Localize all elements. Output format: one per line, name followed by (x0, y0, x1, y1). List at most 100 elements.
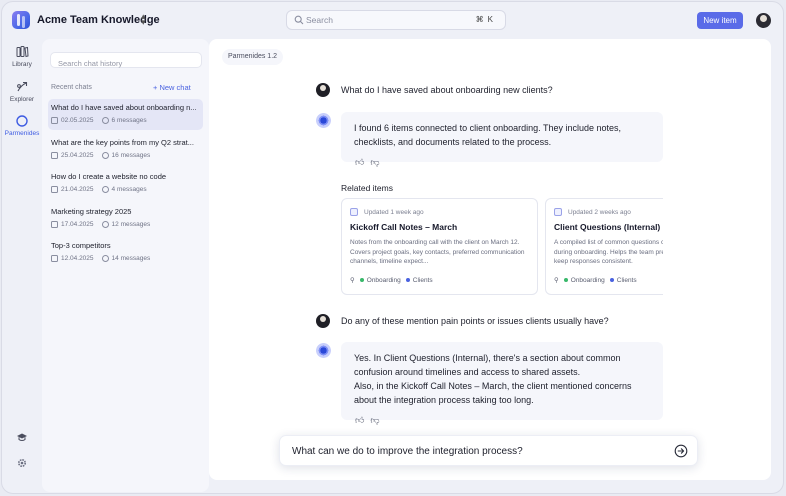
left-rail: Library Explorer Parmenides (2, 38, 42, 493)
search-icon (294, 15, 304, 25)
assistant-message: I found 6 items connected to client onbo… (341, 112, 663, 162)
message-bubble-icon (101, 152, 109, 159)
calendar-icon (51, 186, 58, 193)
gear-icon[interactable] (16, 457, 28, 469)
send-arrow-icon[interactable] (674, 444, 688, 458)
chat-list-item[interactable]: Top-3 competitors 12.04.2025 14 messages (48, 237, 203, 268)
connections-icon: ⚲ (554, 277, 559, 284)
related-item-card[interactable]: Updated 1 week ago Kickoff Call Notes – … (341, 198, 538, 295)
related-items-list: Updated 1 week ago Kickoff Call Notes – … (341, 198, 663, 296)
thumbs-up-icon[interactable]: 👍︎ (355, 415, 364, 426)
card-tag[interactable]: Clients (413, 277, 433, 284)
global-search[interactable]: ⌘K (286, 10, 506, 30)
user-message: What do I have saved about onboarding ne… (341, 85, 553, 95)
calendar-icon (51, 152, 58, 159)
card-tag[interactable]: Clients (617, 277, 637, 284)
related-item-card[interactable]: Updated 2 weeks ago Client Questions (In… (545, 198, 663, 295)
message-feedback: 👍︎ 👎︎ (355, 157, 380, 168)
tag-dot (563, 278, 568, 282)
chat-meta: 21.04.2025 4 messages (51, 186, 203, 193)
card-title: Kickoff Call Notes – March (350, 222, 458, 232)
user-message-avatar (316, 314, 330, 328)
card-tags: ⚲ Onboarding Clients (554, 276, 663, 285)
search-input[interactable] (306, 13, 456, 27)
chat-input[interactable] (292, 443, 662, 459)
new-chat-button[interactable]: + New chat (153, 83, 191, 92)
card-description: Notes from the onboarding call with the … (350, 239, 525, 265)
chat-message-count: 14 messages (111, 255, 151, 262)
model-selector[interactable]: Parmenides 1.2 (222, 49, 284, 65)
graduation-cap-icon[interactable] (16, 431, 28, 443)
assistant-avatar (316, 343, 331, 358)
card-title: Client Questions (Internal) (554, 222, 661, 232)
message-bubble-icon (101, 255, 109, 262)
chat-meta: 17.04.2025 12 messages (51, 221, 203, 228)
library-icon (16, 46, 29, 58)
chat-date: 21.04.2025 (61, 186, 94, 193)
rail-item-explorer[interactable]: Explorer (2, 80, 42, 103)
chat-list-item[interactable]: How do I create a website no code 21.04.… (48, 168, 203, 199)
app-logo[interactable] (12, 11, 30, 29)
top-bar: Acme Team Knowledge ▴▾ ⌘K New item (2, 2, 783, 38)
card-updated-text: Updated 1 week ago (364, 208, 424, 216)
chat-main-panel: Parmenides 1.2 What do I have saved abou… (209, 39, 771, 480)
rail-item-parmenides[interactable]: Parmenides (2, 114, 42, 137)
chat-list-item[interactable]: Marketing strategy 2025 17.04.2025 12 me… (48, 203, 203, 234)
card-tag[interactable]: Onboarding (367, 277, 401, 284)
message-bubble-icon (101, 186, 109, 193)
rail-item-library[interactable]: Library (2, 45, 42, 68)
document-icon (554, 208, 562, 216)
rail-label-parmenides: Parmenides (4, 130, 40, 137)
card-updated: Updated 2 weeks ago (554, 208, 663, 216)
card-tags: ⚲ Onboarding Clients (350, 276, 529, 285)
assistant-avatar (316, 113, 331, 128)
explorer-icon (17, 81, 28, 92)
chat-title: Top-3 competitors (51, 241, 111, 250)
rail-label-library: Library (12, 61, 32, 68)
user-avatar[interactable] (756, 13, 771, 28)
chat-date: 25.04.2025 (61, 152, 94, 159)
chat-meta: 02.05.2025 6 messages (51, 117, 203, 124)
chat-history-search[interactable] (50, 52, 202, 71)
thumbs-up-icon[interactable]: 👍︎ (355, 157, 364, 168)
message-bubble-icon (101, 117, 109, 124)
thumbs-down-icon[interactable]: 👎︎ (370, 415, 379, 426)
user-message-avatar (316, 83, 330, 97)
search-shortcut: ⌘K (475, 15, 497, 24)
rail-label-explorer: Explorer (9, 96, 35, 103)
chat-message-count: 16 messages (111, 152, 151, 159)
chat-history-search-input[interactable] (51, 56, 201, 71)
chat-list-item[interactable]: What are the key points from my Q2 strat… (48, 134, 203, 165)
card-tag[interactable]: Onboarding (571, 277, 605, 284)
chat-date: 17.04.2025 (61, 221, 94, 228)
chat-title: How do I create a website no code (51, 172, 167, 181)
message-feedback: 👍︎ 👎︎ (355, 415, 380, 426)
chat-message-count: 4 messages (111, 186, 147, 193)
chat-title: What do I have saved about onboarding n.… (51, 103, 197, 112)
related-items-title: Related items (341, 183, 393, 193)
thumbs-down-icon[interactable]: 👎︎ (370, 157, 379, 168)
assistant-message-text: Also, in the Kickoff Call Notes – March,… (354, 381, 632, 405)
chat-history-sidebar: Recent chats + New chat What do I have s… (42, 39, 209, 492)
tag-dot (405, 278, 410, 282)
message-bubble-icon (101, 221, 109, 228)
chat-composer[interactable] (279, 435, 698, 466)
calendar-icon (51, 255, 58, 262)
chat-list-item[interactable]: What do I have saved about onboarding n.… (48, 99, 203, 130)
user-message: Do any of these mention pain points or i… (341, 316, 609, 326)
chat-date: 02.05.2025 (61, 117, 94, 124)
chat-message-count: 12 messages (111, 221, 151, 228)
card-updated-text: Updated 2 weeks ago (568, 208, 631, 216)
chat-date: 12.04.2025 (61, 255, 94, 262)
chat-meta: 12.04.2025 14 messages (51, 255, 203, 262)
chat-title: What are the key points from my Q2 strat… (51, 138, 194, 147)
chat-message-count: 6 messages (111, 117, 147, 124)
document-icon (350, 208, 358, 216)
new-item-button[interactable]: New item (697, 12, 743, 29)
tag-dot (359, 278, 364, 282)
recent-chats-label: Recent chats (51, 84, 92, 91)
card-description: A compiled list of common questions clie… (554, 239, 663, 265)
chevron-up-down-icon[interactable]: ▴ ▾ (141, 12, 146, 27)
assistant-message-text: I found 6 items connected to client onbo… (354, 123, 622, 147)
calendar-icon (51, 117, 58, 124)
